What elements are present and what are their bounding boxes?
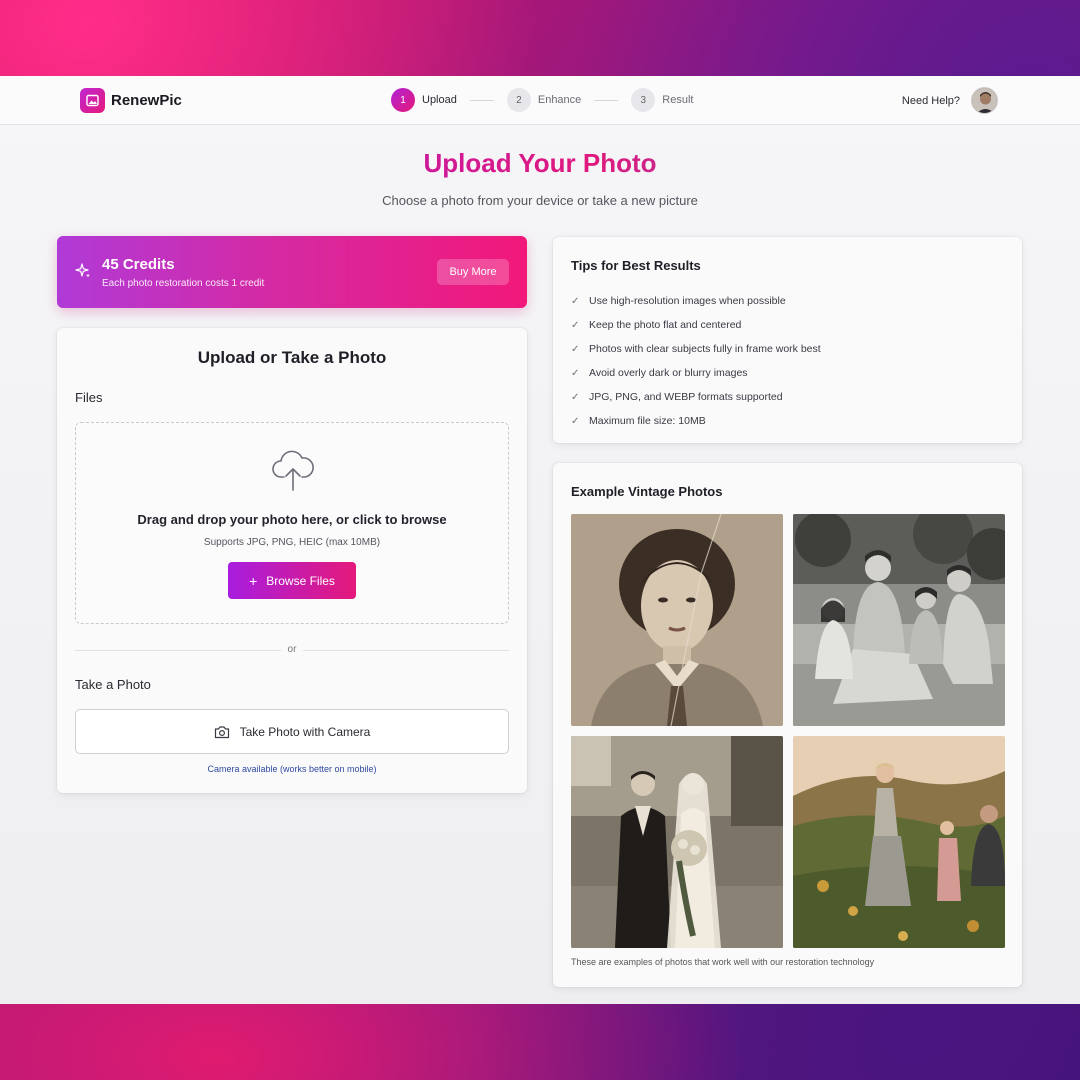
step-label: Enhance — [537, 94, 582, 106]
example-photo-portrait[interactable] — [571, 514, 783, 726]
top-header: RenewPic 1 Upload 2 Enhance 3 Result Nee… — [0, 76, 1080, 125]
examples-title: Example Vintage Photos — [571, 484, 723, 499]
check-icon: ✓ — [571, 391, 580, 403]
tips-card: Tips for Best Results ✓ Use high-resoluti… — [553, 237, 1022, 443]
credits-count: 45 Credits — [102, 256, 175, 273]
page-subtitle: Choose a photo from your device or take … — [382, 193, 698, 208]
file-dropzone[interactable]: Drag and drop your photo here, or click … — [75, 422, 509, 624]
step-result: 3 Result — [631, 88, 693, 112]
help-area: Need Help? — [902, 87, 998, 114]
browse-files-button[interactable]: + Browse Files — [228, 562, 356, 599]
example-photo-family[interactable] — [793, 514, 1005, 726]
credits-note: Each photo restoration costs 1 credit — [102, 278, 265, 289]
or-label: or — [287, 644, 297, 655]
camera-icon — [214, 725, 229, 738]
take-photo-label: Take a Photo — [75, 677, 151, 692]
sparkles-icon — [75, 263, 91, 284]
image-icon — [80, 88, 105, 113]
step-label: Result — [662, 94, 694, 106]
step-label: Upload — [422, 94, 457, 106]
step-upload: 1 Upload — [391, 88, 457, 112]
list-item: ✓ Avoid overly dark or blurry images — [571, 367, 748, 379]
tips-list: ✓ Use high-resolution images when possibl… — [571, 289, 821, 433]
step-number: 2 — [506, 88, 531, 112]
camera-button-label: Take Photo with Camera — [239, 724, 371, 739]
brand-name: RenewPic — [111, 92, 182, 109]
browse-label: Browse Files — [266, 573, 335, 588]
need-help-link[interactable]: Need Help? — [902, 95, 960, 107]
list-item: ✓ Keep the photo flat and centered — [571, 319, 742, 331]
files-label: Files — [75, 390, 103, 405]
list-item: ✓ Use high-resolution images when possibl… — [571, 295, 786, 307]
step-number: 1 — [391, 88, 415, 112]
credits-banner: 45 Credits Each photo restoration costs … — [57, 236, 527, 308]
list-item: ✓ Maximum file size: 10MB — [571, 415, 706, 427]
or-divider: or — [75, 644, 509, 656]
app-window: RenewPic 1 Upload 2 Enhance 3 Result Nee… — [0, 76, 1080, 1004]
buy-more-button[interactable]: Buy More — [437, 259, 509, 285]
step-connector — [469, 99, 494, 101]
camera-availability-note: Camera available (works better on mobile… — [207, 764, 377, 774]
upload-card-title: Upload or Take a Photo — [197, 348, 387, 367]
tips-title: Tips for Best Results — [571, 258, 701, 273]
page-title: Upload Your Photo — [0, 148, 1080, 179]
cloud-upload-icon — [272, 447, 314, 498]
example-photo-meadow[interactable] — [793, 736, 1005, 948]
step-enhance: 2 Enhance — [506, 88, 582, 112]
step-number: 3 — [631, 88, 656, 112]
dropzone-formats: Supports JPG, PNG, HEIC (max 10MB) — [203, 537, 381, 548]
list-item: ✓ JPG, PNG, and WEBP formats supported — [571, 391, 783, 403]
example-photo-wedding[interactable] — [571, 736, 783, 948]
example-photo-grid — [571, 514, 1005, 948]
take-photo-camera-button[interactable]: Take Photo with Camera — [75, 709, 509, 754]
step-connector — [594, 99, 619, 101]
examples-card: Example Vintage Photos These are example… — [553, 463, 1022, 987]
dropzone-title: Drag and drop your photo here, or click … — [137, 512, 447, 527]
upload-card: Upload or Take a Photo Files Drag and dr… — [57, 328, 527, 793]
avatar[interactable] — [971, 87, 998, 114]
list-item: ✓ Photos with clear subjects fully in fra… — [571, 343, 821, 355]
check-icon: ✓ — [571, 319, 580, 331]
brand-logo[interactable]: RenewPic — [80, 88, 182, 113]
check-icon: ✓ — [571, 295, 580, 307]
check-icon: ✓ — [571, 415, 580, 427]
examples-caption: These are examples of photos that work w… — [571, 957, 875, 967]
check-icon: ✓ — [571, 343, 580, 355]
progress-stepper: 1 Upload 2 Enhance 3 Result — [391, 88, 693, 112]
plus-icon: + — [249, 572, 258, 589]
check-icon: ✓ — [571, 367, 580, 379]
